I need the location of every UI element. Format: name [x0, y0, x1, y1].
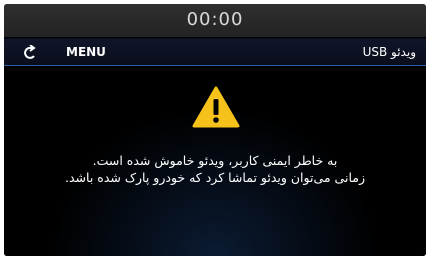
- nav-bar: MENU ویدئو USB: [4, 39, 426, 66]
- screen-title: ویدئو USB: [362, 45, 416, 59]
- warning-icon: [192, 86, 240, 128]
- status-bar: 00:00: [4, 4, 426, 37]
- content-area: به خاطر ایمنی کاربر، ویدئو خاموش شده است…: [4, 66, 426, 256]
- message-line: به خاطر ایمنی کاربر، ویدئو خاموش شده است…: [92, 153, 338, 168]
- head-unit-screen: 00:00 MENU ویدئو USB به خاطر ایمنی کاربر…: [4, 4, 426, 256]
- menu-button[interactable]: MENU: [66, 43, 106, 61]
- back-button[interactable]: [18, 43, 40, 61]
- clock: 00:00: [186, 9, 244, 30]
- message-line: زمانی می‌توان ویدئو تماشا کرد که خودرو پ…: [65, 170, 365, 185]
- safety-message: به خاطر ایمنی کاربر، ویدئو خاموش شده است…: [14, 152, 416, 186]
- back-arrow-icon: [24, 45, 36, 59]
